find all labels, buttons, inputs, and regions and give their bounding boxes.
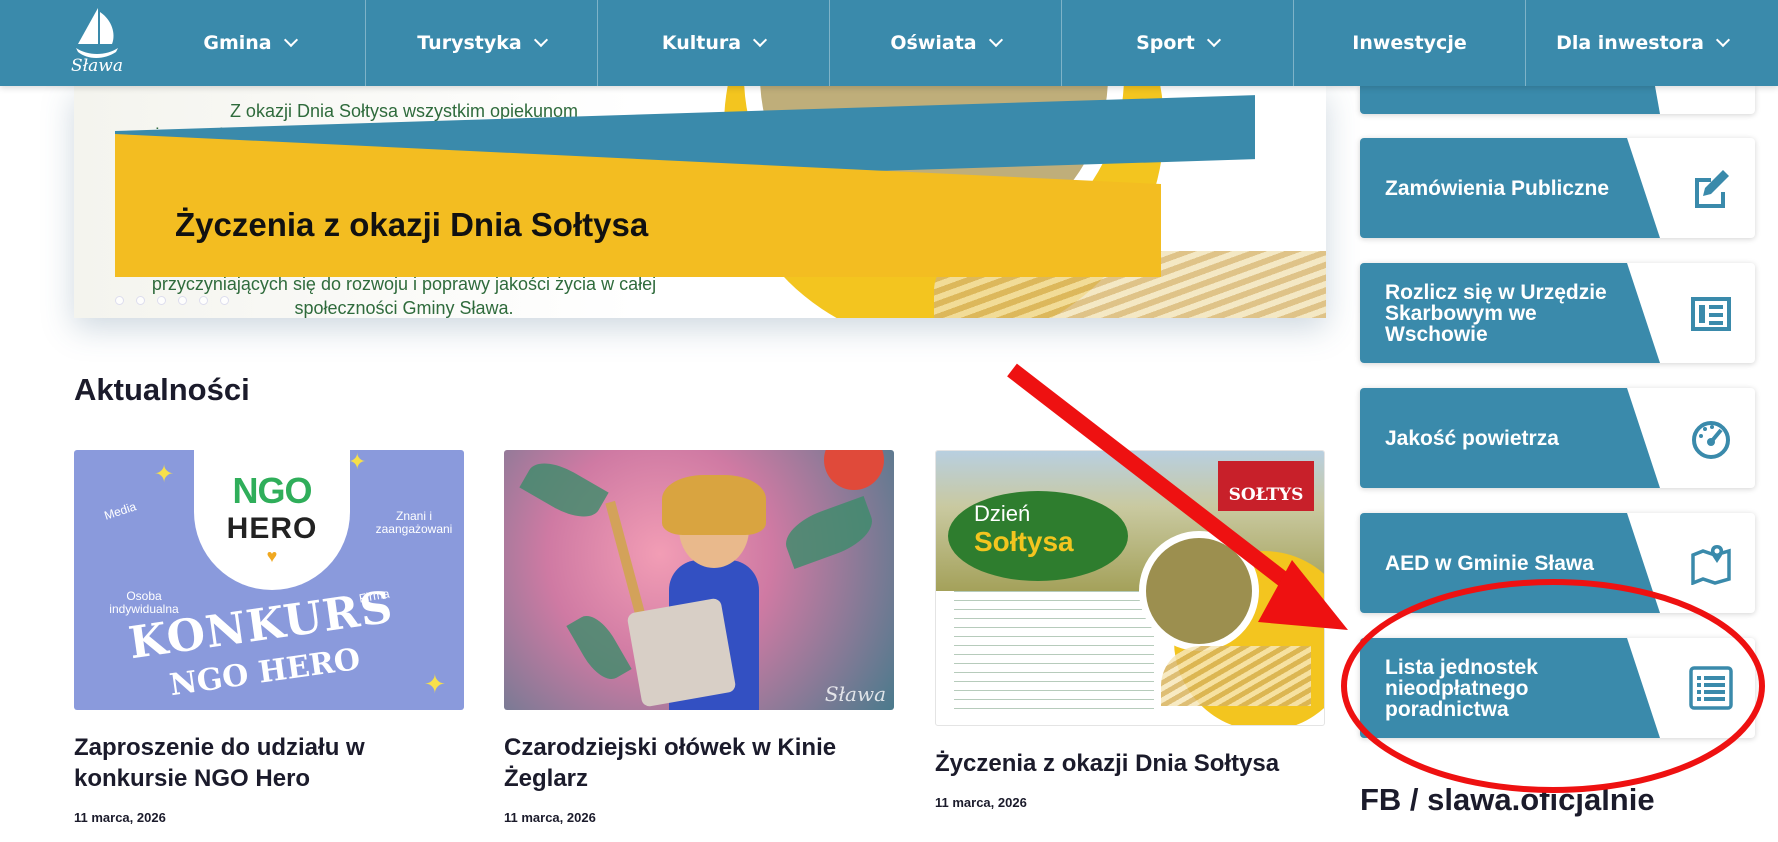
sidebar-button-zamowienia[interactable]: Zamówienia Publiczne: [1360, 138, 1755, 238]
chevron-down-icon: [753, 32, 768, 48]
site-logo[interactable]: Sława: [62, 4, 132, 82]
nav-item-label: Gmina: [203, 32, 272, 54]
sidebar-button-label: Rozlicz się w Urzędzie Skarbowym we Wsch…: [1385, 280, 1607, 346]
ngo-label-media: Media: [102, 499, 138, 523]
sparkle-icon: ✦: [424, 670, 446, 700]
heart-icon: ♥: [266, 546, 278, 566]
decor-leaf: [566, 608, 632, 687]
sidebar-button-label: AED w Gminie Sława: [1385, 551, 1594, 575]
sidebar-button-partial[interactable]: [1360, 86, 1755, 114]
news-card[interactable]: Sława Czarodziejski ołówek w Kinie Żegla…: [504, 450, 894, 825]
nav-item-label: Dla inwestora: [1556, 32, 1704, 54]
news-card-image[interactable]: NGO HERO ♥ Media Znani i zaangażowani Os…: [74, 450, 464, 710]
news-card-image[interactable]: Dzień Sołtysa SOŁTYS: [935, 450, 1325, 726]
news-card-image[interactable]: Sława: [504, 450, 894, 710]
ngo-logo-text: NGO: [232, 470, 312, 511]
news-card[interactable]: NGO HERO ♥ Media Znani i zaangażowani Os…: [74, 450, 464, 825]
sparkle-icon: ✦: [348, 450, 367, 475]
nav-item-sport[interactable]: Sport: [1062, 0, 1294, 86]
nav-item-label: Kultura: [661, 32, 742, 54]
image-title-dzien: Dzień: [974, 501, 1031, 526]
news-card-date: 11 marca, 2026: [504, 810, 596, 825]
sidebar-button-lista-poradnictwa[interactable]: Lista jednostek nieodpłatnego poradnictw…: [1360, 638, 1755, 738]
nav-item-label: Turystyka: [417, 32, 522, 54]
sidebar-button-rozlicz[interactable]: Rozlicz się w Urzędzie Skarbowym we Wsch…: [1360, 263, 1755, 363]
paper-prop: [626, 597, 737, 708]
chevron-down-icon: [283, 32, 298, 48]
nav-item-gmina[interactable]: Gmina: [134, 0, 366, 86]
news-card-title[interactable]: Życzenia z okazji Dnia Sołtysa: [935, 748, 1325, 779]
nav-item-oswiata[interactable]: Oświata: [830, 0, 1062, 86]
actor-wig: [662, 475, 766, 535]
hay-bale-photo: [1139, 531, 1259, 651]
logo-text: Sława: [71, 56, 123, 76]
nav-item-inwestycje[interactable]: Inwestycje: [1294, 0, 1526, 86]
nav-item-label: Inwestycje: [1352, 32, 1467, 54]
news-card-title[interactable]: Zaproszenie do udziału w konkursie NGO H…: [74, 732, 464, 794]
sidebar-button-jakosc-powietrza[interactable]: Jakość powietrza: [1360, 388, 1755, 488]
slider-dot[interactable]: [157, 296, 166, 305]
nav-item-label: Sport: [1136, 32, 1195, 54]
slider-dots: [115, 296, 229, 305]
sailboat-logo-icon: [76, 8, 118, 58]
chevron-down-icon: [1715, 32, 1730, 48]
slider-dot[interactable]: [220, 296, 229, 305]
decor-leaf: [519, 452, 609, 528]
top-navigation: Sława Gmina Turystyka Kultura Oświata Sp…: [0, 0, 1778, 86]
edit-document-icon: [1695, 170, 1729, 208]
sidebar-button-label: Jakość powietrza: [1385, 426, 1559, 450]
slider-dot[interactable]: [199, 296, 208, 305]
wheat-image: [1161, 646, 1311, 706]
news-card-date: 11 marca, 2026: [935, 795, 1027, 810]
chevron-down-icon: [988, 32, 1003, 48]
news-card-date: 11 marca, 2026: [74, 810, 166, 825]
pencil-prop: [605, 500, 649, 630]
decor-sun: [824, 450, 884, 490]
hero-logo-text: HERO: [226, 512, 318, 545]
nav-item-label: Oświata: [890, 32, 977, 54]
ngo-hero-logo: NGO HERO ♥: [222, 470, 322, 567]
map-pin-icon: [1691, 545, 1731, 585]
chevron-down-icon: [1206, 32, 1221, 48]
chevron-down-icon: [533, 32, 548, 48]
sidebar-button-label: Zamówienia Publiczne: [1385, 176, 1610, 200]
nav-item-dla-inwestora[interactable]: Dla inwestora: [1526, 0, 1758, 86]
list-icon: [1689, 666, 1733, 710]
facebook-section-title: FB / slawa.oficjalnie: [1360, 782, 1655, 817]
soltys-badge: SOŁTYS: [1218, 461, 1314, 511]
slider-dot[interactable]: [136, 296, 145, 305]
nav-item-turystyka[interactable]: Turystyka: [366, 0, 598, 86]
news-section-title: Aktualności: [74, 372, 250, 407]
gauge-icon: [1692, 421, 1730, 459]
slider-dot[interactable]: [178, 296, 187, 305]
newspaper-icon: [1691, 297, 1731, 331]
sparkle-icon: ✦: [154, 460, 175, 488]
decor-leaf: [779, 495, 879, 570]
sidebar-button-aed[interactable]: AED w Gminie Sława: [1360, 513, 1755, 613]
nav-item-kultura[interactable]: Kultura: [598, 0, 830, 86]
sidebar-button-label: Lista jednostek nieodpłatnego poradnictw…: [1385, 655, 1538, 721]
ngo-label-znani: Znani i zaangażowani: [375, 509, 453, 536]
greeting-text-block: [954, 591, 1154, 711]
image-title-soltysa: Sołtysa: [974, 526, 1074, 557]
watermark: Sława: [824, 682, 886, 706]
hero-title[interactable]: Życzenia z okazji Dnia Sołtysa: [175, 206, 648, 244]
nav-menu: Gmina Turystyka Kultura Oświata Sport In…: [134, 0, 1758, 86]
slider-dot[interactable]: [115, 296, 124, 305]
news-card-title[interactable]: Czarodziejski ołówek w Kinie Żeglarz: [504, 732, 894, 794]
news-card[interactable]: Dzień Sołtysa SOŁTYS Życzenia z okazji D…: [935, 450, 1325, 810]
